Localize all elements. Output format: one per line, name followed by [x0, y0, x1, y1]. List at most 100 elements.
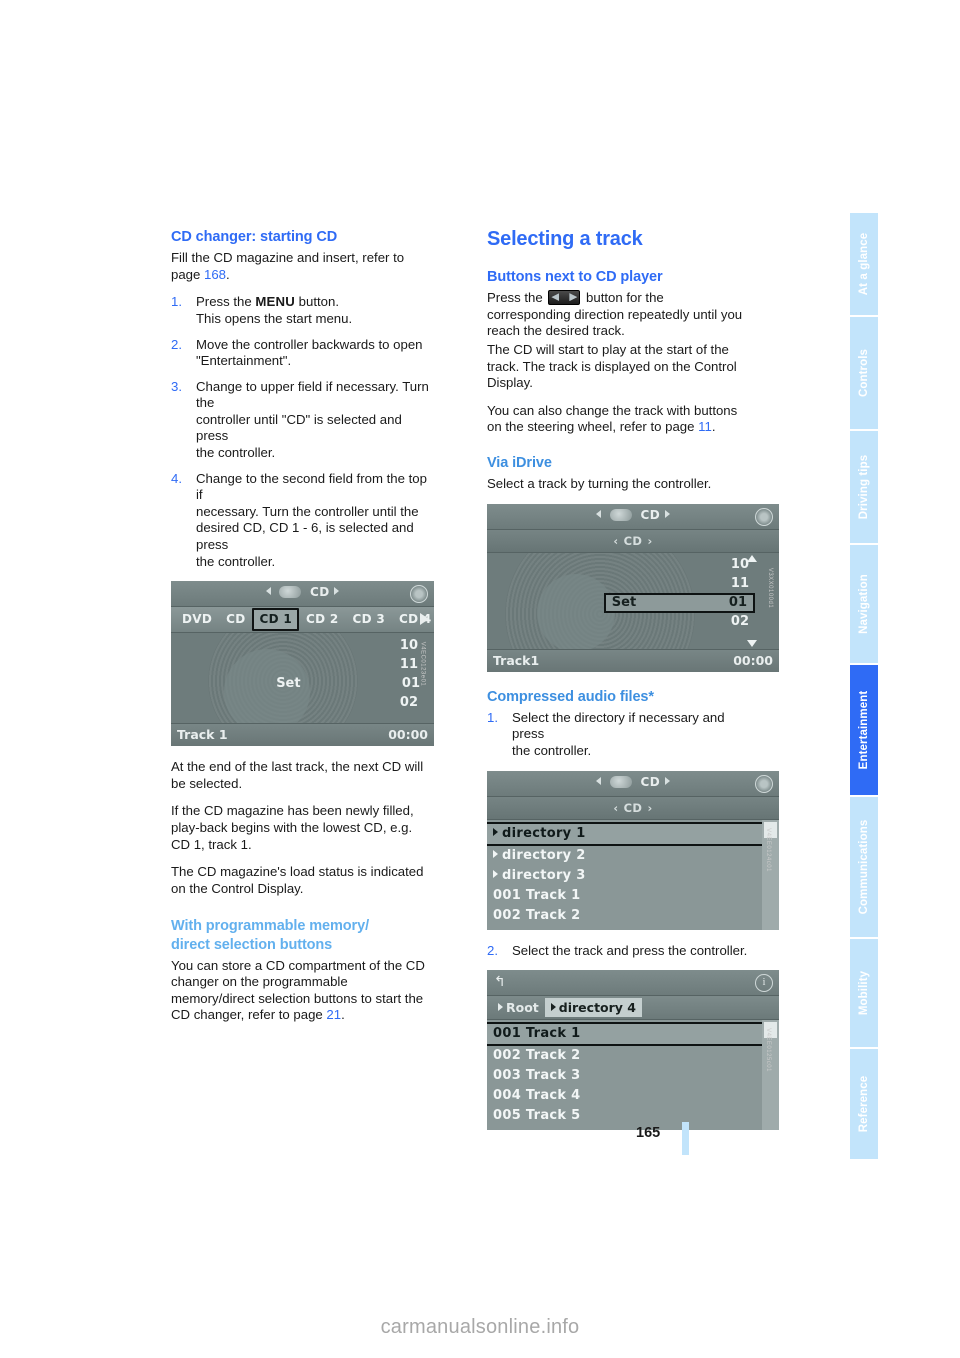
list-item-label: 004 Track 4 — [493, 1088, 581, 1104]
track-number[interactable]: 11 — [313, 655, 418, 674]
text-intro-suffix: . — [226, 266, 230, 282]
set-selection-box[interactable]: Set 01 — [603, 592, 755, 613]
screen-title: CD — [487, 508, 779, 522]
list-item-label: 001 Track 1 — [493, 887, 581, 903]
list-item-track-001[interactable]: 001 Track 1 — [487, 1022, 779, 1047]
list-item-label: directory 1 — [502, 825, 586, 841]
skip-forward-arrow-icon — [569, 293, 578, 302]
heading-line-2: direct selection buttons — [171, 936, 333, 953]
sidebar-item-label: Communications — [858, 819, 870, 915]
screen-subtitle-bar: ‹ CD › — [487, 529, 779, 553]
set-label: Set — [276, 676, 301, 692]
left-arrow-icon — [596, 509, 602, 518]
tab-cd-1[interactable]: CD 1 — [252, 608, 299, 632]
tab-cd[interactable]: CD — [219, 610, 252, 629]
sidebar-item-label: Reference — [858, 1075, 870, 1133]
track-number[interactable]: 02 — [313, 693, 418, 712]
idrive-screenshot-track-list: ↰ i Root directory 4 001 Track 1 002 Tra… — [487, 970, 779, 1131]
scroll-down-arrow-icon[interactable] — [747, 639, 757, 647]
list-item: 1. Select the directory if necessary and… — [487, 710, 750, 760]
list-item-track-002[interactable]: 002 Track 2 — [487, 1046, 779, 1066]
sidebar-item-at-a-glance[interactable]: At a glance — [850, 213, 878, 315]
controller-icon — [755, 774, 773, 793]
sidebar-item-entertainment[interactable]: Entertainment — [850, 665, 878, 795]
track-skip-button-icon — [548, 290, 581, 306]
page-reference-168[interactable]: 168 — [204, 267, 226, 282]
info-icon[interactable]: i — [755, 974, 773, 993]
list-item: 4. Change to the second field from the t… — [171, 471, 434, 571]
right-arrow-icon — [664, 509, 670, 518]
paragraph-select-track-turning: Select a track by turning the controller… — [487, 476, 712, 491]
screen-back-bar: ↰ i — [487, 970, 779, 997]
cd-disc-icon — [609, 508, 632, 521]
page-title: Selecting a track — [487, 228, 643, 250]
list-item-track-004[interactable]: 004 Track 4 — [487, 1086, 779, 1106]
status-track-label: Track1 — [493, 652, 540, 668]
more-tabs-arrow-icon[interactable] — [420, 613, 429, 626]
directory-list: directory 1 directory 2 directory 3 001 … — [487, 819, 779, 930]
sidebar-item-driving-tips[interactable]: Driving tips — [850, 431, 878, 543]
list-item-track-005[interactable]: 005 Track 5 — [487, 1106, 779, 1126]
breadcrumb-item-root[interactable]: Root — [492, 998, 545, 1017]
paragraph-text-end: . — [711, 419, 716, 435]
paragraph-load-status: The CD magazine's load status is indicat… — [171, 864, 424, 896]
step-text-a: Press the — [196, 294, 256, 310]
sidebar-item-mobility[interactable]: Mobility — [850, 939, 878, 1047]
cd-source-tab-row: DVD CD CD 1 CD 2 CD 3 CD 4 — [171, 607, 434, 634]
page-reference-21[interactable]: 21 — [326, 1007, 341, 1022]
sidebar-item-communications[interactable]: Communications — [850, 797, 878, 937]
list-item-label: 002 Track 2 — [493, 907, 581, 923]
list-item-directory-2[interactable]: directory 2 — [487, 846, 779, 866]
paragraph-press-skip-button: Press the button for the corresponding d… — [487, 290, 750, 340]
list-item: 3. Change to upper field if necessary. T… — [171, 379, 434, 462]
list-item-track-001[interactable]: 001 Track 1 — [487, 886, 779, 906]
breadcrumb-item-directory-4[interactable]: directory 4 — [544, 998, 642, 1018]
right-column: Selecting a track Buttons next to CD pla… — [487, 228, 779, 1143]
track-number[interactable]: 11 — [656, 574, 749, 593]
back-arrow-icon[interactable]: ↰ — [494, 975, 506, 989]
tab-cd-3[interactable]: CD 3 — [345, 610, 392, 629]
paragraph-text-end: . — [341, 1007, 345, 1023]
idrive-screenshot-track-selection: CD ‹ CD › 10 11 . 02 — [487, 503, 779, 672]
folder-arrow-icon — [498, 1003, 503, 1012]
menu-button-label: MENU — [255, 294, 296, 310]
list-item-track-002[interactable]: 002 Track 2 — [487, 906, 779, 926]
heading-line-1: With programmable memory/ — [171, 918, 369, 935]
cd-disc-icon — [279, 586, 302, 599]
track-number[interactable]: 10 — [656, 555, 749, 574]
list-item-label: 005 Track 5 — [493, 1108, 581, 1124]
screen-status-bar: Track1 00:00 — [487, 648, 779, 672]
tab-cd-2[interactable]: CD 2 — [299, 610, 346, 629]
step-number: 4. — [171, 470, 182, 486]
tab-dvd[interactable]: DVD — [175, 610, 219, 629]
step-text-line2: necessary. Turn the controller until the — [196, 503, 419, 519]
set-value: 01 — [728, 595, 747, 611]
screen-status-bar: Track 1 00:00 — [171, 723, 434, 747]
track-number[interactable]: 10 — [313, 636, 418, 655]
list-item-track-003[interactable]: 003 Track 3 — [487, 1066, 779, 1086]
heading-programmable-memory: With programmable memory/ direct selecti… — [171, 917, 434, 953]
right-arrow-icon — [334, 587, 340, 596]
screen-content-area: 10 11 . 02 Set 01 — [171, 633, 434, 724]
text-intro-prefix: page — [171, 266, 205, 282]
scroll-up-arrow-icon[interactable] — [747, 554, 757, 562]
page-reference-11[interactable]: 11 — [698, 419, 712, 434]
screen-subtitle-bar: ‹ CD › — [487, 796, 779, 820]
track-number[interactable]: 02 — [656, 612, 749, 631]
list-item-directory-1[interactable]: directory 1 — [487, 821, 779, 846]
sidebar-item-label: At a glance — [858, 232, 870, 296]
step-number: 1. — [171, 294, 182, 310]
sidebar-item-label: Navigation — [858, 574, 870, 634]
left-column: CD changer: starting CD Fill the CD maga… — [171, 228, 434, 1035]
list-item-directory-3[interactable]: directory 3 — [487, 866, 779, 886]
folder-arrow-icon — [550, 1003, 556, 1012]
heading-via-idrive: Via iDrive — [487, 454, 552, 471]
steps-list-compressed-audio: 1. Select the directory if necessary and… — [487, 710, 750, 760]
sidebar-item-navigation[interactable]: Navigation — [850, 545, 878, 663]
left-arrow-icon — [596, 776, 602, 785]
sidebar-item-reference[interactable]: Reference — [850, 1049, 878, 1159]
sidebar-item-controls[interactable]: Controls — [850, 317, 878, 429]
list-item-label: directory 2 — [502, 847, 586, 863]
breadcrumb-label: directory 4 — [558, 1000, 636, 1016]
step-text-line1: Move the controller backwards to open — [196, 336, 423, 352]
